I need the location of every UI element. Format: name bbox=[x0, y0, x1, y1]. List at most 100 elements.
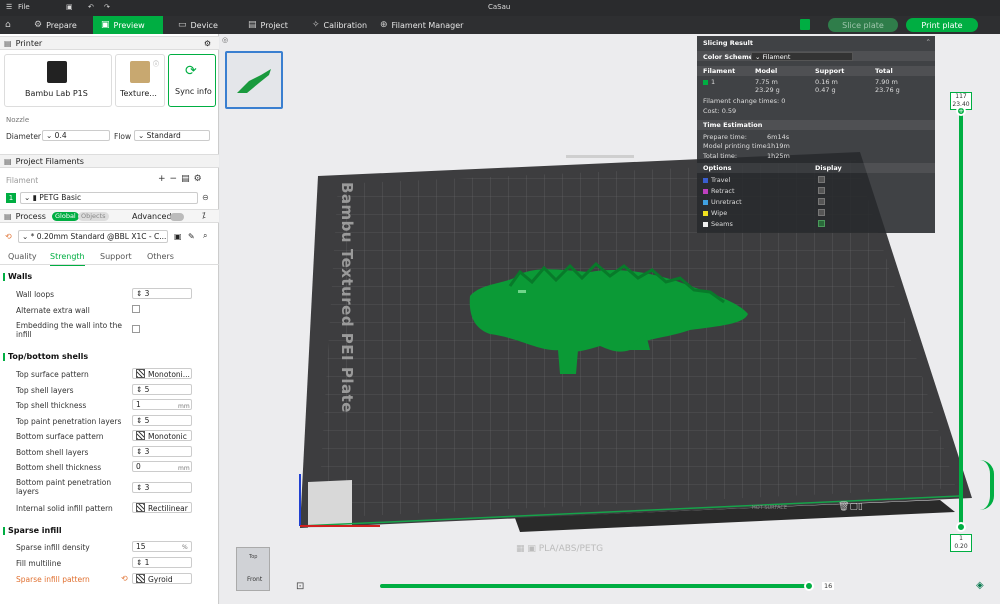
option-travel: Travel bbox=[711, 176, 731, 184]
compare-icon[interactable]: ⁒ bbox=[202, 211, 206, 220]
bottom-layers-label: Bottom shell layers bbox=[16, 448, 89, 457]
retract-display-checkbox[interactable] bbox=[818, 187, 825, 194]
diameter-select[interactable]: ⌄ 0.4 bbox=[42, 130, 110, 141]
layer-bottom-handle[interactable] bbox=[956, 522, 966, 532]
embed-wall-checkbox[interactable] bbox=[132, 325, 140, 333]
wipe-display-checkbox[interactable] bbox=[818, 209, 825, 216]
save-profile-icon[interactable]: ▣ bbox=[174, 232, 182, 241]
bed-corner-tab bbox=[308, 480, 352, 528]
bottom-layers-input[interactable]: ⇕ 3 bbox=[132, 446, 192, 457]
flow-select[interactable]: ⌄ Standard bbox=[134, 130, 210, 141]
display-label: Display bbox=[815, 164, 842, 172]
infill-pattern-select[interactable]: Gyroid bbox=[132, 573, 192, 584]
global-toggle[interactable]: Global bbox=[52, 212, 79, 221]
move-handle[interactable] bbox=[804, 581, 814, 591]
view-cube[interactable]: Top Front bbox=[236, 547, 270, 591]
color-scheme-select[interactable]: ⌄ Filament bbox=[751, 52, 853, 61]
tab-quality[interactable]: Quality bbox=[8, 252, 37, 261]
remove-filament-icon[interactable]: − bbox=[170, 174, 182, 184]
info-icon[interactable]: ⓘ bbox=[153, 59, 159, 68]
advanced-switch[interactable] bbox=[170, 213, 184, 221]
redo-icon[interactable]: ↷ bbox=[104, 3, 110, 11]
infill-density-unit: % bbox=[182, 544, 188, 551]
layers-icon[interactable]: ◈ bbox=[976, 580, 984, 591]
home-button[interactable]: ⌂ bbox=[0, 16, 16, 34]
top-layers-input[interactable]: ⇕ 5 bbox=[132, 384, 192, 395]
slice-plate-button[interactable]: Slice plate bbox=[828, 18, 898, 32]
filament-select[interactable]: ⌄ ▮ PETG Basic bbox=[20, 192, 198, 204]
window-title: CaSau bbox=[488, 3, 511, 11]
menu-icon[interactable]: ☰ bbox=[6, 3, 12, 11]
process-profile-select[interactable]: ⌄ * 0.20mm Standard @BBL X1C - C... bbox=[18, 230, 168, 243]
print-plate-button[interactable]: Print plate bbox=[906, 18, 978, 32]
file-menu[interactable]: File bbox=[18, 3, 30, 11]
bed-bottom-text: PLA/ABS/PETG bbox=[538, 544, 604, 554]
fill-multiline-input[interactable]: ⇕ 1 bbox=[132, 557, 192, 568]
move-slider[interactable] bbox=[380, 580, 820, 592]
layer-top-handle[interactable]: + bbox=[956, 106, 966, 116]
tab-others[interactable]: Others bbox=[147, 252, 174, 261]
top-pattern-select[interactable]: Monotoni... bbox=[132, 368, 192, 379]
move-track bbox=[380, 584, 810, 588]
fit-view-icon[interactable]: ⊡ bbox=[296, 581, 304, 592]
reset-icon[interactable]: ⟲ bbox=[5, 232, 12, 241]
reset-pattern-icon[interactable]: ⟲ bbox=[121, 574, 128, 583]
layer-slider[interactable]: 117 23.40 + 1 0.20 bbox=[950, 92, 972, 552]
print-plate-label: Print plate bbox=[921, 20, 963, 30]
bottom-pattern-label: Bottom surface pattern bbox=[16, 432, 104, 441]
pattern-icon bbox=[136, 574, 145, 583]
top-layers-label: Top shell layers bbox=[16, 386, 74, 395]
col-model: Model bbox=[755, 67, 778, 75]
travel-display-checkbox[interactable] bbox=[818, 176, 825, 183]
bottom-thickness-unit: mm bbox=[178, 465, 190, 472]
bottom-pattern-select[interactable]: Monotonic bbox=[132, 430, 192, 441]
internal-infill-select[interactable]: Rectilinear bbox=[132, 502, 192, 513]
top-paint-input[interactable]: ⇕ 5 bbox=[132, 415, 192, 426]
bottom-thickness-value: 0 bbox=[136, 462, 141, 471]
collapse-icon[interactable]: ⌃ bbox=[926, 38, 931, 46]
filament-slot-badge[interactable]: 1 bbox=[6, 193, 16, 203]
tab-support[interactable]: Support bbox=[100, 252, 132, 261]
col-total: Total bbox=[875, 67, 893, 75]
save-icon[interactable]: ▣ bbox=[66, 3, 73, 11]
col-filament: Filament bbox=[703, 67, 736, 75]
tab-filament-manager-label: Filament Manager bbox=[391, 20, 464, 30]
undo-icon[interactable]: ↶ bbox=[88, 3, 94, 11]
filament-list-icon[interactable]: ▤ bbox=[181, 174, 194, 184]
plate-view-icon[interactable] bbox=[800, 19, 810, 30]
filament-slot: 1 bbox=[711, 78, 716, 86]
printer-card[interactable]: Bambu Lab P1S bbox=[4, 54, 112, 107]
tab-prepare[interactable]: ⚙ Prepare bbox=[26, 16, 92, 34]
bed-handle bbox=[566, 155, 634, 158]
search-icon[interactable]: ⌕ bbox=[203, 231, 207, 241]
add-filament-icon[interactable]: + bbox=[158, 174, 170, 184]
remove-slot-icon[interactable]: ⊖ bbox=[202, 193, 209, 202]
alternate-extra-wall-checkbox[interactable] bbox=[132, 305, 140, 313]
bottom-paint-input[interactable]: ⇕ 3 bbox=[132, 482, 192, 493]
plate-card[interactable]: ⓘ Texture... bbox=[115, 54, 165, 107]
move-value: 16 bbox=[822, 582, 835, 590]
printer-section-title: Printer bbox=[15, 38, 43, 48]
filament-actions: +−▤⚙ bbox=[158, 174, 206, 184]
wall-loops-input[interactable]: ⇕ 3 bbox=[132, 288, 192, 299]
printer-settings-icon[interactable]: ⚙ bbox=[204, 39, 211, 48]
tab-calibration[interactable]: ✧ Calibration bbox=[304, 16, 375, 34]
layer-arc bbox=[980, 460, 994, 510]
sync-info-button[interactable]: ⟳ Sync info bbox=[168, 54, 216, 107]
objects-toggle[interactable]: Objects bbox=[78, 212, 109, 221]
color-scheme-label: Color Scheme bbox=[703, 53, 754, 61]
top-paint-value: 5 bbox=[144, 416, 150, 425]
total-time-value: 1h25m bbox=[767, 152, 790, 160]
tab-device[interactable]: ▭ Device bbox=[170, 16, 226, 34]
filament-change-times: Filament change times: 0 bbox=[703, 97, 786, 105]
tab-filament-manager[interactable]: ⊕ Filament Manager bbox=[372, 16, 471, 34]
layer-top-number: 117 bbox=[955, 93, 967, 100]
edit-profile-icon[interactable]: ✎ bbox=[188, 232, 195, 241]
col-support: Support bbox=[815, 67, 845, 75]
filament-settings-icon[interactable]: ⚙ bbox=[194, 174, 206, 184]
layer-bottom-label: 1 0.20 bbox=[950, 534, 972, 552]
tab-project[interactable]: ▤ Project bbox=[240, 16, 296, 34]
seams-display-checkbox[interactable] bbox=[818, 220, 825, 227]
unretract-display-checkbox[interactable] bbox=[818, 198, 825, 205]
tab-preview[interactable]: ▣ Preview bbox=[93, 16, 163, 34]
